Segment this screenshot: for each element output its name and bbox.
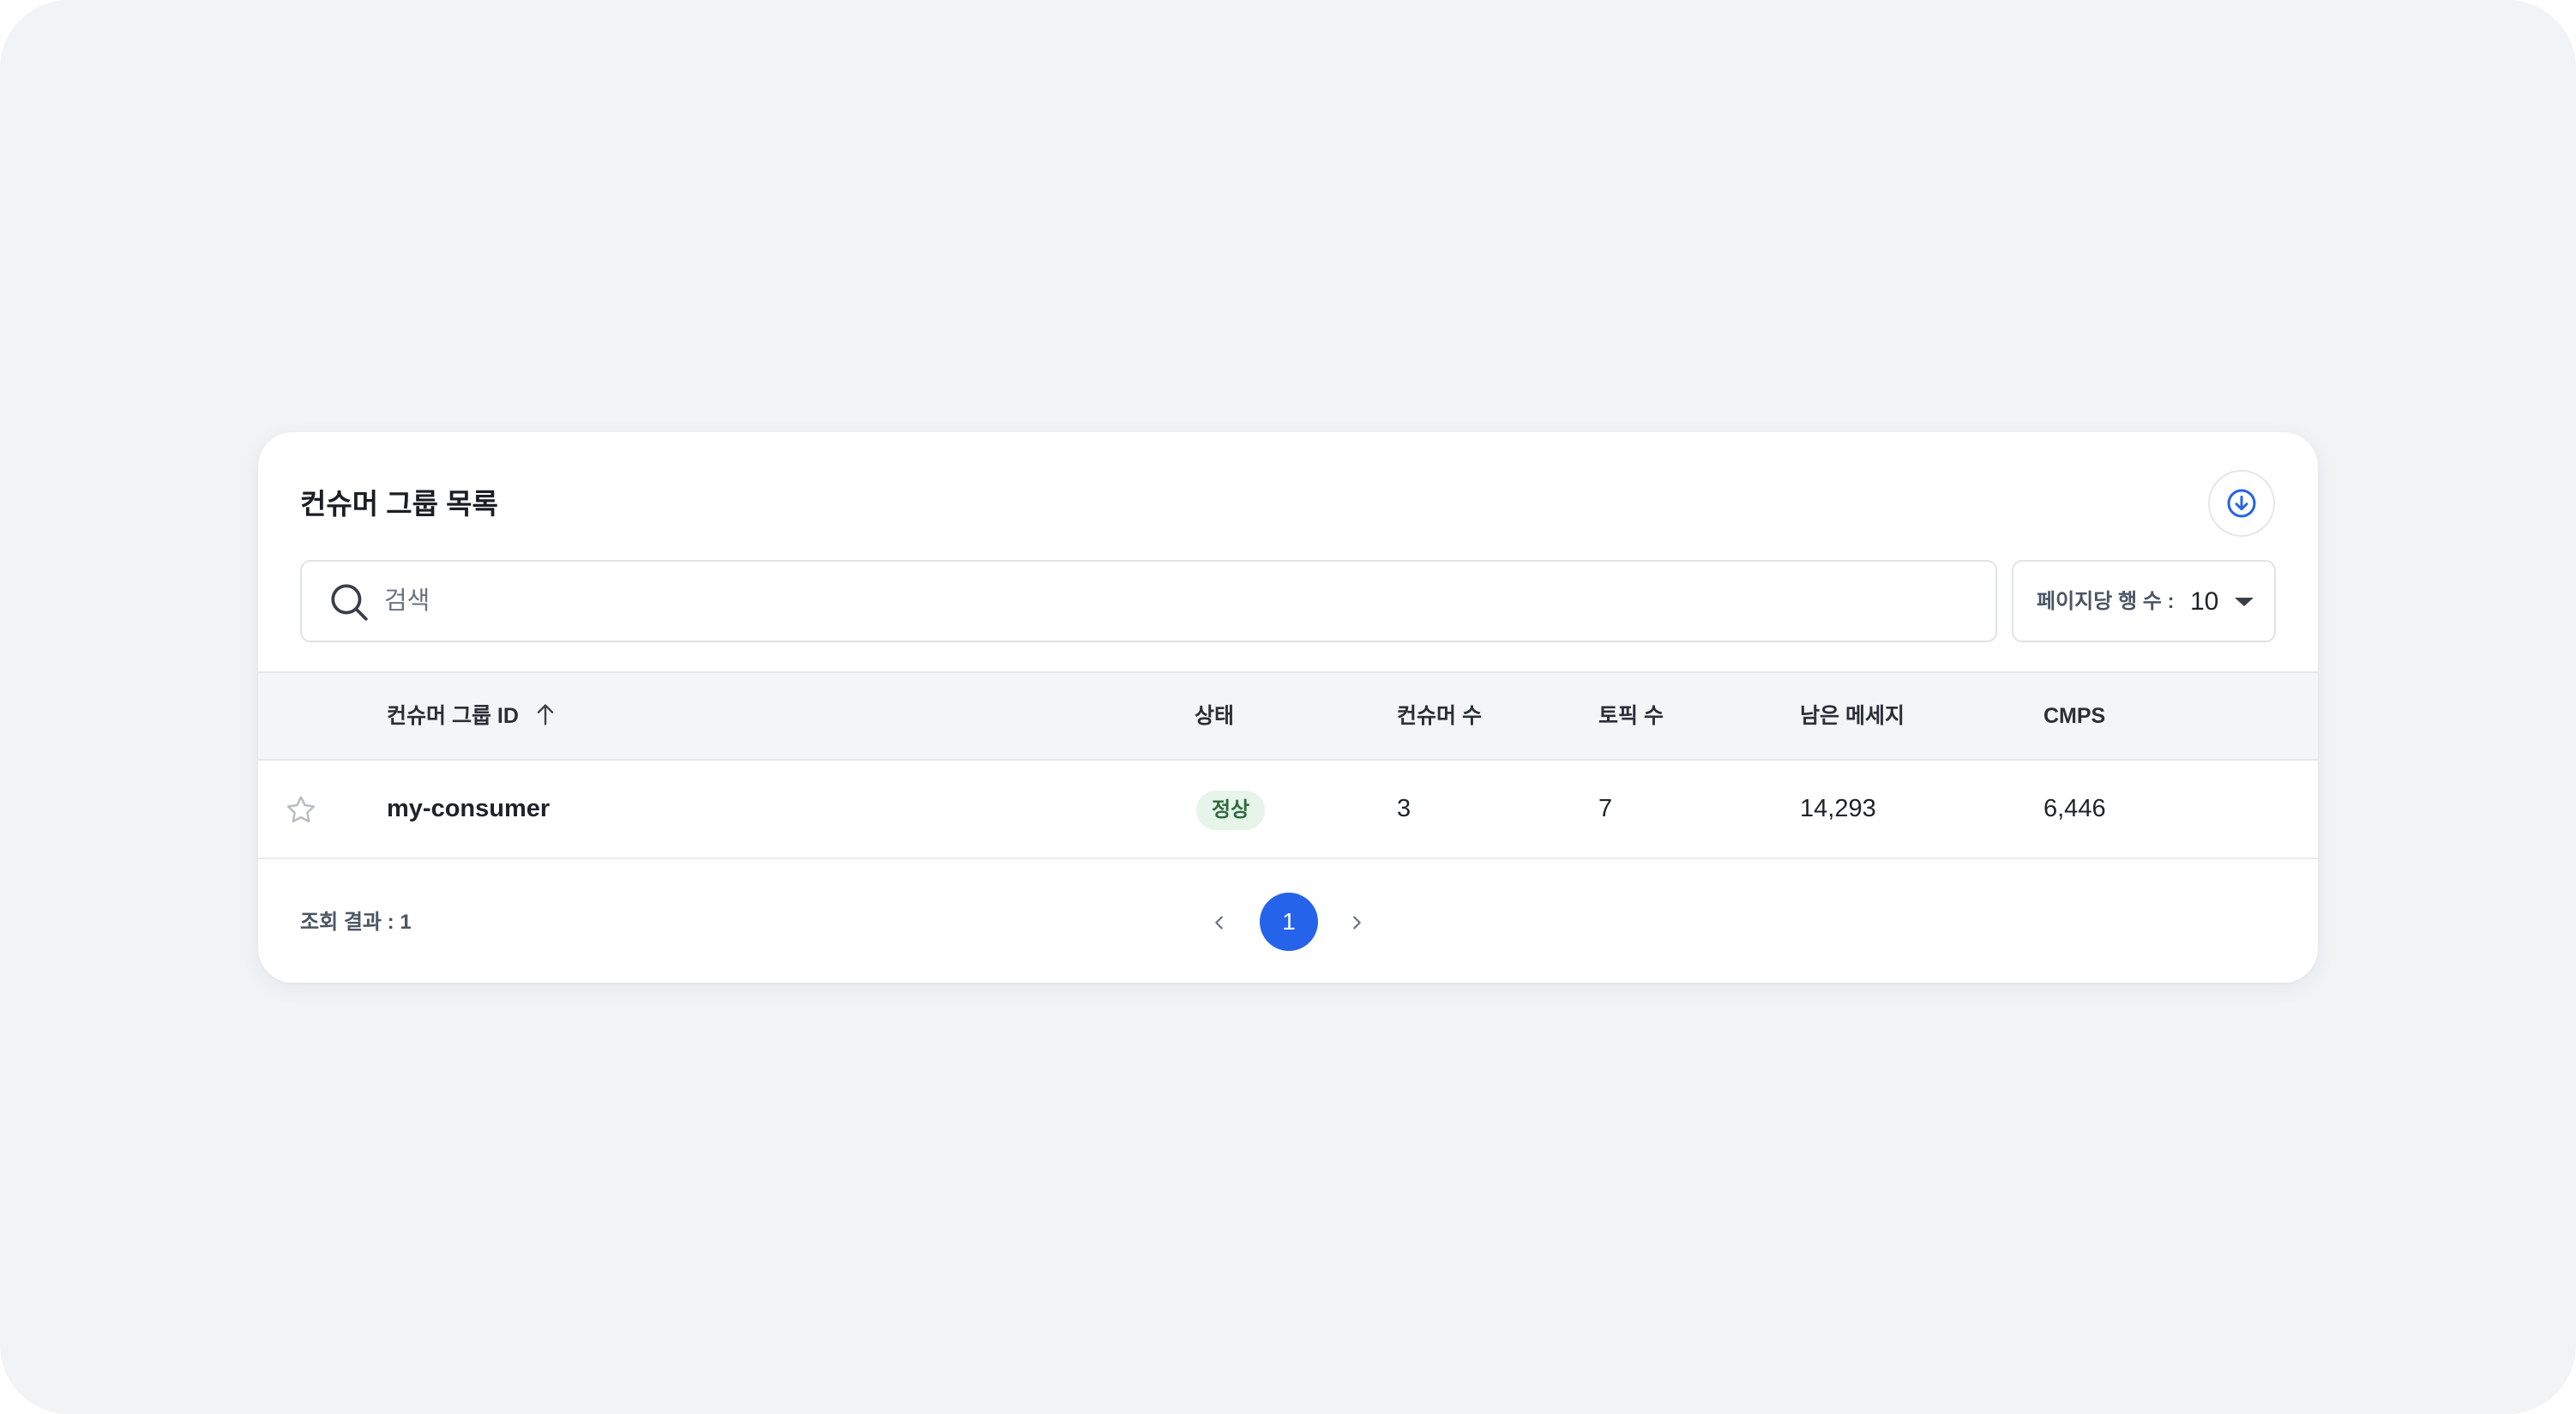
caret-down-icon xyxy=(2235,598,2254,606)
download-circle-icon xyxy=(2227,489,2256,518)
column-header-topic-count[interactable]: 토픽 수 xyxy=(1598,673,1664,759)
column-header-status[interactable]: 상태 xyxy=(1195,673,1234,759)
arrow-up-icon[interactable] xyxy=(533,701,557,727)
topic-count-cell: 7 xyxy=(1598,795,1613,822)
table-row[interactable]: my-consumer 정상 3 7 14,293 6,446 xyxy=(258,761,2318,859)
rows-per-page-value: 10 xyxy=(2190,587,2219,616)
chevron-left-icon xyxy=(1215,916,1223,930)
rows-per-page-select[interactable]: 페이지당 행 수 : 10 xyxy=(2012,560,2276,642)
column-header-consumer-count[interactable]: 컨슈머 수 xyxy=(1397,673,1482,759)
pagination-next-button[interactable] xyxy=(1339,906,1374,940)
star-outline-icon[interactable] xyxy=(284,793,318,827)
column-header-label: 컨슈머 그룹 ID xyxy=(387,704,519,728)
search-icon xyxy=(331,584,368,621)
column-header-remaining-messages[interactable]: 남은 메세지 xyxy=(1800,673,1905,759)
chevron-right-icon xyxy=(1353,916,1361,930)
page-background: 컨슈머 그룹 목록 페이지당 행 수 : 10 컨슈머 그룹 xyxy=(0,0,2576,1414)
remaining-messages-cell: 14,293 xyxy=(1800,795,1876,822)
pagination-prev-button[interactable] xyxy=(1202,906,1237,940)
panel-title: 컨슈머 그룹 목록 xyxy=(300,488,498,520)
consumer-count-cell: 3 xyxy=(1397,795,1411,822)
search-field[interactable] xyxy=(300,560,1997,642)
table-header: 컨슈머 그룹 ID 상태 컨슈머 수 토픽 수 남은 메세지 CMPS xyxy=(258,671,2318,761)
column-header-consumer-group-id[interactable]: 컨슈머 그룹 ID xyxy=(387,673,557,759)
column-header-cmps[interactable]: CMPS xyxy=(2043,673,2105,759)
pagination-page-1[interactable]: 1 xyxy=(1260,893,1318,951)
download-button[interactable] xyxy=(2208,470,2275,537)
status-badge: 정상 xyxy=(1196,791,1266,830)
consumer-group-list-panel: 컨슈머 그룹 목록 페이지당 행 수 : 10 컨슈머 그룹 xyxy=(258,432,2318,983)
result-count: 조회 결과 : 1 xyxy=(300,911,412,934)
consumer-group-id-cell[interactable]: my-consumer xyxy=(387,761,550,857)
cmps-cell: 6,446 xyxy=(2043,795,2106,822)
rows-per-page-label: 페이지당 행 수 : xyxy=(2037,590,2175,613)
search-input[interactable] xyxy=(384,562,1962,641)
